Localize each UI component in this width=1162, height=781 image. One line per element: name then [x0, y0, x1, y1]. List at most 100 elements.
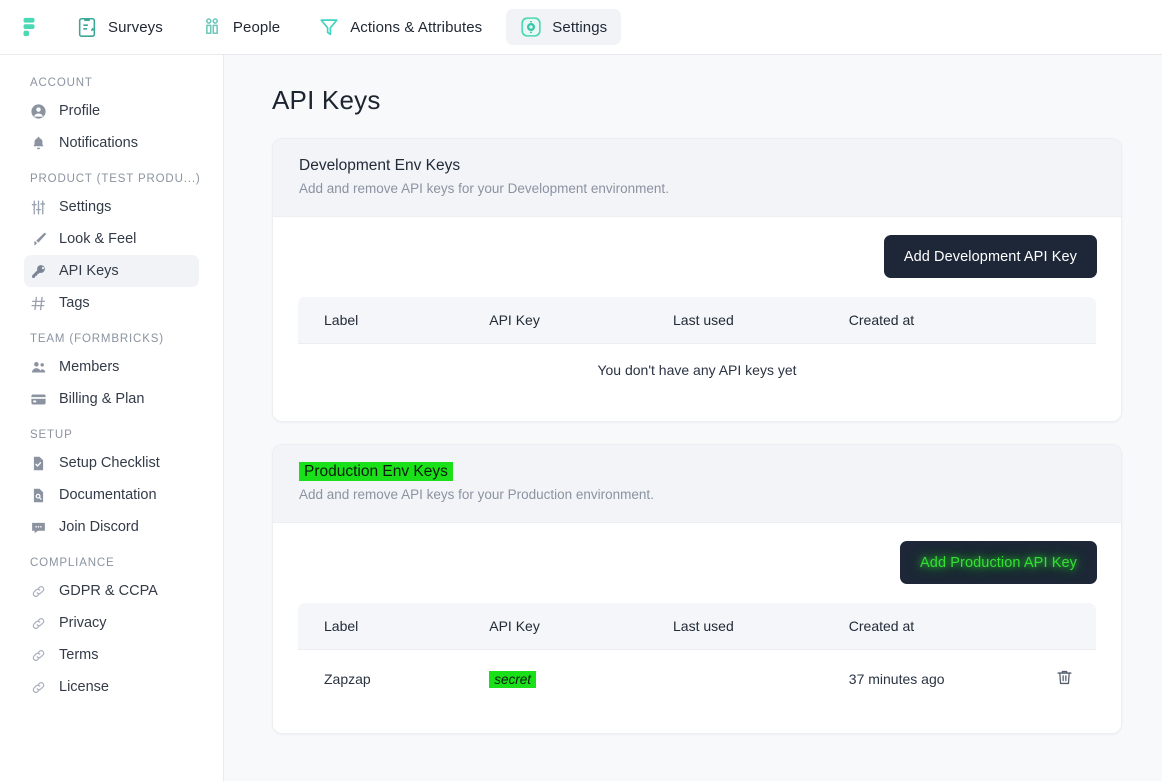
- link-icon: [30, 615, 47, 632]
- sidebar-item-privacy[interactable]: Privacy: [24, 607, 199, 639]
- settings-sidebar: ACCOUNT Profile Notifications PRODUCT (T…: [0, 55, 224, 781]
- empty-state-text: You don't have any API keys yet: [298, 344, 1097, 397]
- development-card-header: Development Env Keys Add and remove API …: [273, 139, 1121, 217]
- sidebar-heading-account: ACCOUNT: [0, 77, 223, 95]
- hash-icon: [30, 295, 47, 312]
- nav-label-people: People: [233, 19, 280, 36]
- development-card-body: Add Development API Key Label API Key La…: [273, 217, 1121, 421]
- nav-label-settings: Settings: [552, 19, 607, 36]
- sidebar-group-team: TEAM (Formbricks) Members Billing & Plan: [0, 333, 223, 415]
- sidebar-item-setup-checklist[interactable]: Setup Checklist: [24, 447, 199, 479]
- chat-bubble-icon: [30, 519, 47, 536]
- sidebar-item-notifications[interactable]: Notifications: [24, 127, 199, 159]
- gear-badge-icon: [520, 16, 542, 38]
- production-api-keys-table: Label API Key Last used Created at Zapza…: [297, 602, 1097, 709]
- column-header-last-used: Last used: [673, 603, 849, 650]
- sidebar-label-api-keys: API Keys: [59, 263, 119, 279]
- sidebar-label-privacy: Privacy: [59, 615, 107, 631]
- cell-last-used: [673, 650, 849, 709]
- file-check-icon: [30, 455, 47, 472]
- sidebar-label-documentation: Documentation: [59, 487, 157, 503]
- column-header-created-at: Created at: [849, 603, 1033, 650]
- nav-item-people[interactable]: People: [187, 9, 294, 45]
- sliders-icon: [30, 199, 47, 216]
- funnel-icon: [318, 16, 340, 38]
- sidebar-label-license: License: [59, 679, 109, 695]
- sidebar-item-terms[interactable]: Terms: [24, 639, 199, 671]
- sidebar-label-join-discord: Join Discord: [59, 519, 139, 535]
- sidebar-item-billing-and-plan[interactable]: Billing & Plan: [24, 383, 199, 415]
- api-key-secret-value: secret: [489, 671, 536, 688]
- top-navigation-bar: Surveys People Actions & Attributes: [0, 0, 1162, 55]
- development-card-subtitle: Add and remove API keys for your Develop…: [299, 181, 1095, 196]
- sidebar-item-tags[interactable]: Tags: [24, 287, 199, 319]
- development-api-keys-table: Label API Key Last used Created at You d…: [297, 296, 1097, 397]
- table-header-row: Label API Key Last used Created at: [298, 603, 1097, 650]
- sidebar-label-settings: Settings: [59, 199, 111, 215]
- link-icon: [30, 679, 47, 696]
- cell-label: Zapzap: [298, 650, 490, 709]
- trash-icon[interactable]: [1055, 668, 1074, 687]
- sidebar-item-join-discord[interactable]: Join Discord: [24, 511, 199, 543]
- clipboard-edit-icon: [76, 16, 98, 38]
- sidebar-group-product: PRODUCT (Test Produ...) Settings Look & …: [0, 173, 223, 319]
- sidebar-item-gdpr-ccpa[interactable]: GDPR & CCPA: [24, 575, 199, 607]
- column-header-created-at: Created at: [849, 297, 1033, 344]
- development-button-row: Add Development API Key: [297, 235, 1097, 278]
- column-header-actions: [1033, 297, 1097, 344]
- production-table-header: Label API Key Last used Created at: [298, 603, 1097, 650]
- production-table-body: Zapzap secret 37 minutes ago: [298, 650, 1097, 709]
- link-icon: [30, 583, 47, 600]
- nav-item-surveys[interactable]: Surveys: [62, 9, 177, 45]
- development-table-header: Label API Key Last used Created at: [298, 297, 1097, 344]
- add-development-api-key-button[interactable]: Add Development API Key: [884, 235, 1097, 278]
- people-icon: [201, 16, 223, 38]
- cell-created-at: 37 minutes ago: [849, 650, 1033, 709]
- nav-item-settings[interactable]: Settings: [506, 9, 621, 45]
- production-env-keys-card: Production Env Keys Add and remove API k…: [272, 444, 1122, 734]
- sidebar-item-settings[interactable]: Settings: [24, 191, 199, 223]
- file-search-icon: [30, 487, 47, 504]
- sidebar-item-documentation[interactable]: Documentation: [24, 479, 199, 511]
- key-icon: [30, 263, 47, 280]
- sidebar-group-compliance: COMPLIANCE GDPR & CCPA Privacy Terms: [0, 557, 223, 703]
- sidebar-label-members: Members: [59, 359, 119, 375]
- cell-actions: [1033, 650, 1097, 709]
- nav-label-surveys: Surveys: [108, 19, 163, 36]
- table-row[interactable]: Zapzap secret 37 minutes ago: [298, 650, 1097, 709]
- add-production-api-key-button[interactable]: Add Production API Key: [900, 541, 1097, 584]
- production-button-row: Add Production API Key: [297, 541, 1097, 584]
- sidebar-item-profile[interactable]: Profile: [24, 95, 199, 127]
- production-card-title-wrap: Production Env Keys: [299, 463, 1095, 481]
- sidebar-heading-setup: SETUP: [0, 429, 223, 447]
- link-icon: [30, 647, 47, 664]
- sidebar-group-setup: SETUP Setup Checklist Documentation Join…: [0, 429, 223, 543]
- production-card-subtitle: Add and remove API keys for your Product…: [299, 487, 1095, 502]
- main-content: API Keys Development Env Keys Add and re…: [224, 55, 1162, 781]
- sidebar-label-billing-and-plan: Billing & Plan: [59, 391, 144, 407]
- column-header-last-used: Last used: [673, 297, 849, 344]
- sidebar-item-members[interactable]: Members: [24, 351, 199, 383]
- sidebar-label-gdpr-ccpa: GDPR & CCPA: [59, 583, 158, 599]
- nav-item-actions-attributes[interactable]: Actions & Attributes: [304, 9, 496, 45]
- table-header-row: Label API Key Last used Created at: [298, 297, 1097, 344]
- production-card-header: Production Env Keys Add and remove API k…: [273, 445, 1121, 523]
- empty-state-row: You don't have any API keys yet: [298, 344, 1097, 397]
- brush-icon: [30, 231, 47, 248]
- sidebar-item-look-and-feel[interactable]: Look & Feel: [24, 223, 199, 255]
- column-header-actions: [1033, 603, 1097, 650]
- sidebar-item-license[interactable]: License: [24, 671, 199, 703]
- cell-api-key[interactable]: secret: [489, 650, 673, 709]
- credit-card-icon: [30, 391, 47, 408]
- sidebar-item-api-keys[interactable]: API Keys: [24, 255, 199, 287]
- formbricks-logo-icon[interactable]: [14, 11, 44, 43]
- page-title: API Keys: [272, 85, 1122, 116]
- production-card-title: Production Env Keys: [299, 462, 453, 481]
- users-icon: [30, 359, 47, 376]
- development-env-keys-card: Development Env Keys Add and remove API …: [272, 138, 1122, 422]
- column-header-label: Label: [298, 297, 490, 344]
- production-card-body: Add Production API Key Label API Key Las…: [273, 523, 1121, 733]
- sidebar-label-look-and-feel: Look & Feel: [59, 231, 136, 247]
- sidebar-label-terms: Terms: [59, 647, 98, 663]
- column-header-api-key: API Key: [489, 297, 673, 344]
